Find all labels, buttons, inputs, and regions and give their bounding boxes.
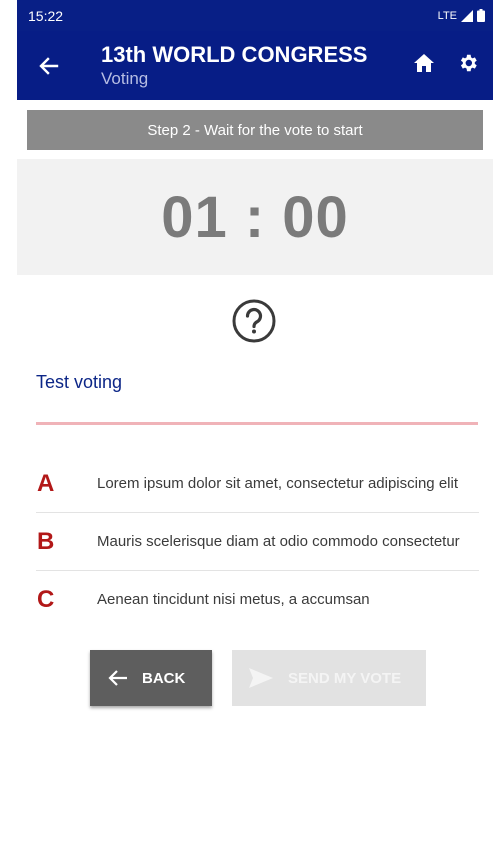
home-icon <box>414 54 434 72</box>
status-bar: 15:22 LTE <box>17 0 493 31</box>
app-bar: 13th WORLD CONGRESS Voting <box>17 31 493 100</box>
send-button-label: SEND MY VOTE <box>288 669 402 687</box>
lte-signal-icon <box>461 9 473 22</box>
question-circle-icon <box>232 299 276 343</box>
vote-option-b[interactable]: B Mauris scelerisque diam at odio commod… <box>36 513 479 571</box>
option-text: Mauris scelerisque diam at odio commodo … <box>97 532 460 550</box>
title-divider <box>36 422 478 425</box>
network-label: LTE <box>437 9 457 22</box>
home-button[interactable] <box>413 53 435 78</box>
vote-option-c[interactable]: C Aenean tincidunt nisi metus, a accumsa… <box>36 571 479 629</box>
app-bar-titles: 13th WORLD CONGRESS Voting <box>77 42 413 90</box>
step-banner: Step 2 - Wait for the vote to start <box>27 110 483 150</box>
send-vote-button[interactable]: SEND MY VOTE <box>232 650 426 706</box>
status-icons: LTE <box>438 9 485 22</box>
countdown-timer: 01 : 00 <box>17 159 493 275</box>
voting-screen: 15:22 LTE 13th WORLD CONGRESS Voting Ste… <box>17 0 493 856</box>
battery-icon <box>477 9 485 22</box>
app-subtitle: Voting <box>101 68 149 88</box>
status-time: 15:22 <box>28 7 64 24</box>
option-text: Lorem ipsum dolor sit amet, consectetur … <box>97 474 458 492</box>
option-letter: B <box>37 527 55 555</box>
option-letter: A <box>37 469 55 497</box>
back-button-label: BACK <box>142 669 186 687</box>
vote-options: A Lorem ipsum dolor sit amet, consectetu… <box>36 455 479 629</box>
vote-option-a[interactable]: A Lorem ipsum dolor sit amet, consectetu… <box>36 455 479 513</box>
option-letter: C <box>37 586 55 613</box>
app-title: 13th WORLD CONGRESS <box>101 41 368 67</box>
back-arrow-icon <box>108 670 127 686</box>
back-arrow-button[interactable] <box>21 31 77 100</box>
gear-icon <box>460 54 477 72</box>
app-bar-actions <box>413 52 493 79</box>
action-buttons: BACK SEND MY VOTE <box>90 650 426 706</box>
send-icon <box>249 668 273 688</box>
vote-title: Test voting <box>36 372 123 392</box>
back-arrow-icon <box>39 56 59 75</box>
option-text: Aenean tincidunt nisi metus, a accumsan <box>97 591 370 608</box>
back-button[interactable]: BACK <box>90 650 212 706</box>
settings-button[interactable] <box>457 52 479 79</box>
